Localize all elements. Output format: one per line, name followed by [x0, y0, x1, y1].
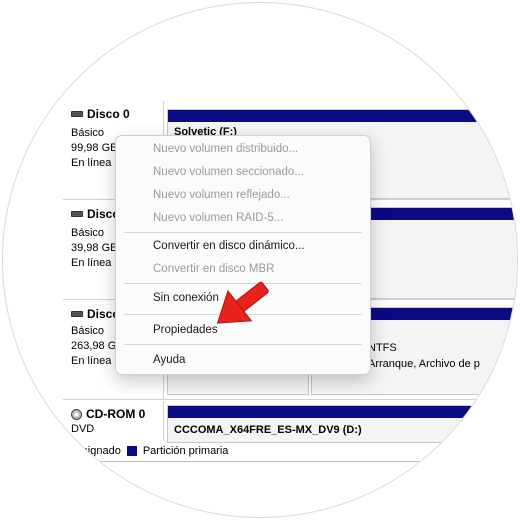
volume-cdrom[interactable]: CCCOMA_X64FRE_ES-MX_DV9 (D:) [167, 405, 517, 443]
disk-size: 99,98 GB [71, 142, 118, 154]
disk-icon [71, 311, 83, 317]
divider [63, 461, 517, 462]
menu-separator [124, 344, 362, 345]
red-arrow-icon [216, 281, 269, 324]
menu-item-new-spanned[interactable]: Nuevo volumen distribuido... [153, 143, 298, 155]
disk-type: DVD [71, 423, 95, 435]
disk-type: Básico [71, 127, 105, 139]
primary-swatch [126, 446, 137, 456]
volume-status: Arranque, Archivo de p [368, 358, 480, 370]
screenshot-stage: Disco 0 Básico 99,98 GB En línea Solveti… [0, 0, 520, 520]
menu-separator [124, 232, 362, 233]
menu-item-new-striped[interactable]: Nuevo volumen seccionado... [153, 166, 304, 178]
cdrom-label[interactable]: CD-ROM 0 DVD [63, 401, 164, 441]
cd-icon [71, 408, 82, 420]
volume-filesystem: NTFS [368, 342, 397, 354]
disk-name: Disco 0 [87, 107, 130, 121]
disk-type: Básico [71, 325, 105, 337]
volume-label: CCCOMA_X64FRE_ES-MX_DV9 (D:) [174, 424, 362, 436]
disk-size: 263,98 G [71, 340, 117, 352]
menu-item-help[interactable]: Ayuda [153, 354, 185, 366]
menu-item-convert-dynamic[interactable]: Convertir en disco dinámico... [153, 240, 304, 252]
disk-management-view: Disco 0 Básico 99,98 GB En línea Solveti… [3, 3, 517, 517]
disk-status: En línea [71, 157, 112, 169]
disk-status: En línea [71, 257, 112, 269]
partition-bar [168, 406, 517, 418]
context-menu: Nuevo volumen distribuido... Nuevo volum… [115, 135, 371, 375]
partition-bar [168, 110, 517, 122]
disk-status: En línea [71, 355, 112, 367]
legend-primary: Partición primaria [142, 445, 229, 457]
circular-crop: Disco 0 Básico 99,98 GB En línea Solveti… [2, 2, 518, 518]
disk-size: 39,98 GB [71, 242, 118, 254]
legend: o asignado Partición primaria [67, 445, 228, 457]
menu-item-new-mirrored[interactable]: Nuevo volumen reflejado... [153, 189, 290, 201]
disk-type: Básico [71, 227, 105, 239]
unassigned-label: o asignado [67, 445, 121, 457]
disk-icon [71, 211, 83, 217]
menu-item-convert-mbr[interactable]: Convertir en disco MBR [153, 263, 274, 275]
menu-item-new-raid5[interactable]: Nuevo volumen RAID-5... [153, 212, 283, 224]
disk-icon [71, 111, 83, 117]
disk-name: CD-ROM 0 [86, 407, 146, 421]
